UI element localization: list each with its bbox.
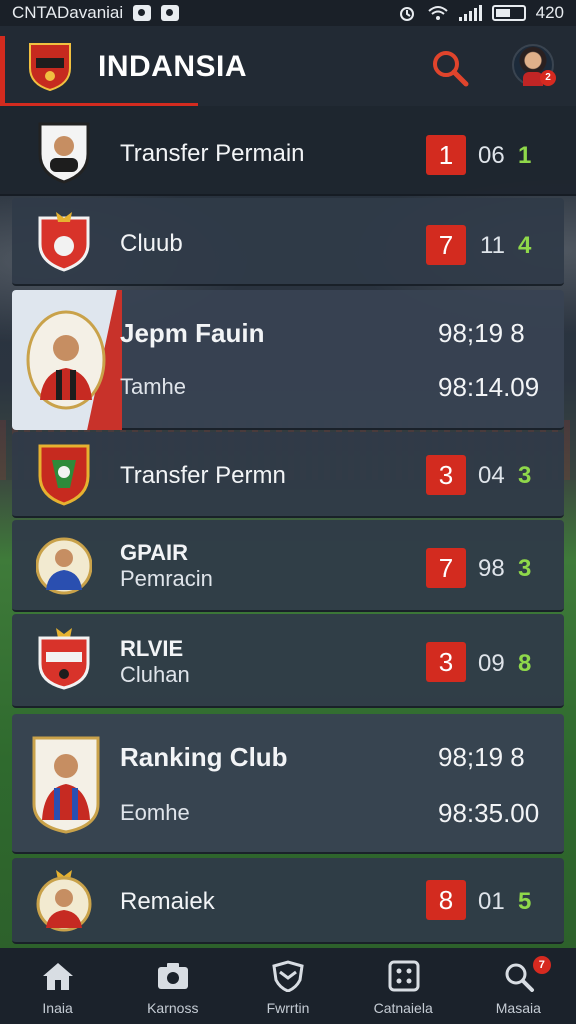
shield-icon bbox=[272, 960, 305, 992]
time-value: 98:14.09 bbox=[438, 372, 540, 402]
battery-icon bbox=[491, 5, 526, 21]
score-value: 98;19 8 bbox=[438, 318, 525, 348]
row-title: GPAIR bbox=[120, 540, 189, 565]
player-photo-icon bbox=[36, 870, 92, 932]
row-subtitle: Pemracin bbox=[120, 566, 213, 591]
score-highlight: 3 bbox=[518, 462, 532, 489]
score-highlight: 1 bbox=[518, 142, 532, 169]
score-value: 06 bbox=[478, 142, 505, 169]
score-value: 04 bbox=[478, 462, 505, 489]
camera-status-icon bbox=[161, 5, 180, 21]
search-icon bbox=[505, 963, 534, 992]
club-crest-icon bbox=[38, 444, 90, 506]
signal-icon bbox=[458, 5, 482, 21]
row-subtitle: Cluhan bbox=[120, 662, 190, 687]
nav-item-grid[interactable]: Catnaiela bbox=[346, 948, 461, 1024]
accent-bar bbox=[0, 36, 5, 106]
score-highlight: 8 bbox=[518, 650, 532, 677]
nav-label: Catnaiela bbox=[373, 1000, 433, 1016]
notification-icon bbox=[133, 5, 152, 21]
time-value: 98:35.00 bbox=[438, 798, 540, 828]
row-title: RLVIE bbox=[120, 636, 184, 661]
featured-list-item[interactable]: Ranking Club Eomhe 98;19 8 98:35.00 bbox=[12, 714, 564, 854]
list-item[interactable]: GPAIR Pemracin 7 98 3 bbox=[12, 520, 564, 612]
status-time: 420 bbox=[535, 3, 564, 22]
list-item[interactable]: RLVIE Cluhan 3 09 8 bbox=[12, 614, 564, 708]
score-highlight: 4 bbox=[518, 232, 532, 259]
camera-icon bbox=[158, 963, 189, 989]
rank-badge: 8 bbox=[426, 880, 466, 920]
nav-item-home[interactable]: Inaia bbox=[0, 948, 115, 1024]
list-item[interactable]: Remaiek 8 01 5 bbox=[12, 858, 564, 944]
nav-label: Masaia bbox=[495, 1000, 541, 1016]
nav-label: Fwrrtin bbox=[266, 1000, 310, 1016]
score-value: 98;19 8 bbox=[438, 742, 525, 772]
row-subtitle: Tamhe bbox=[120, 374, 187, 399]
score-value: 01 bbox=[478, 888, 505, 915]
rank-badge: 1 bbox=[426, 135, 466, 175]
row-title: Remaiek bbox=[120, 888, 215, 915]
app-title: INDANSIA bbox=[98, 50, 248, 83]
rank-badge: 7 bbox=[426, 225, 466, 265]
wifi-icon bbox=[427, 6, 448, 20]
row-title: Transfer Permn bbox=[120, 462, 286, 489]
row-title: Ranking Club bbox=[120, 742, 288, 772]
row-title: Transfer Permain bbox=[120, 140, 305, 167]
nav-label: Inaia bbox=[42, 1000, 73, 1016]
home-icon bbox=[43, 963, 73, 990]
nav-item-search[interactable]: 7 Masaia bbox=[461, 948, 576, 1024]
list-item[interactable]: Transfer Permn 3 04 3 bbox=[12, 432, 564, 518]
list-item[interactable]: Cluub 7 11 4 bbox=[12, 198, 564, 286]
club-logo-icon[interactable] bbox=[26, 40, 74, 92]
score-value: 98 bbox=[478, 555, 505, 582]
score-value: 11 bbox=[480, 232, 505, 259]
featured-list-item[interactable]: Jepm Fauin Tamhe 98;19 8 98:14.09 bbox=[12, 290, 564, 430]
club-crest-icon bbox=[38, 628, 90, 690]
player-crest-icon bbox=[38, 122, 90, 184]
app-header: INDANSIA 2 bbox=[0, 26, 576, 106]
status-bar: CNTADavaniai 420 bbox=[0, 0, 576, 26]
nav-item-camera[interactable]: Karnoss bbox=[115, 948, 230, 1024]
row-title: Cluub bbox=[120, 230, 183, 257]
rank-badge: 3 bbox=[426, 455, 466, 495]
alarm-icon bbox=[399, 7, 414, 21]
row-subtitle: Eomhe bbox=[120, 800, 190, 825]
score-highlight: 5 bbox=[518, 888, 532, 915]
rank-badge: 7 bbox=[426, 548, 466, 588]
grid-icon bbox=[388, 960, 420, 992]
bottom-navigation: Inaia Karnoss Fwrrtin Catnaiela 7 Masaia bbox=[0, 948, 576, 1024]
player-card-icon bbox=[32, 736, 100, 834]
score-highlight: 3 bbox=[518, 555, 532, 582]
nav-label: Karnoss bbox=[147, 1000, 199, 1016]
row-title: Jepm Fauin bbox=[120, 318, 265, 348]
club-crest-icon bbox=[38, 212, 90, 272]
nav-item-shield[interactable]: Fwrrtin bbox=[230, 948, 345, 1024]
nav-badge: 7 bbox=[532, 956, 551, 974]
notification-badge: 2 bbox=[540, 70, 556, 86]
list-item[interactable]: Transfer Permain 1 06 1 bbox=[0, 106, 576, 196]
rank-badge: 3 bbox=[426, 642, 466, 682]
score-value: 09 bbox=[478, 650, 505, 677]
status-carrier: CNTADavaniai bbox=[12, 3, 124, 22]
search-icon[interactable] bbox=[428, 46, 472, 90]
player-photo-icon bbox=[36, 537, 92, 595]
player-photo-icon bbox=[26, 310, 106, 410]
